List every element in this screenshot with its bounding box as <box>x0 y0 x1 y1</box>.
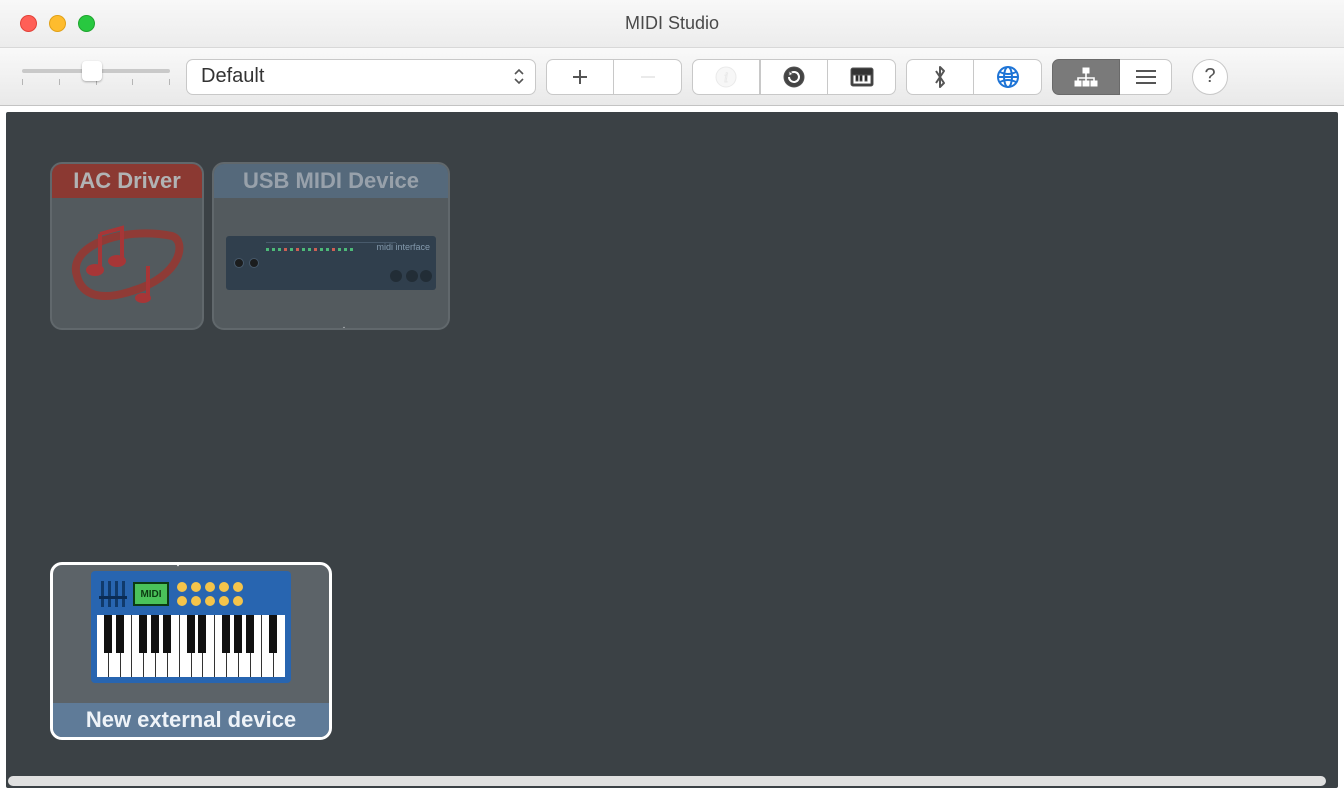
device-title: IAC Driver <box>52 164 202 198</box>
device-iac-driver[interactable]: IAC Driver <box>50 162 204 330</box>
hierarchy-icon <box>1074 67 1098 87</box>
view-mode-group <box>1052 59 1172 95</box>
stepper-caret-icon <box>513 68 525 85</box>
toolbar: Default i <box>0 48 1344 106</box>
connectivity-group <box>906 59 1042 95</box>
zoom-slider-thumb[interactable] <box>82 61 102 81</box>
configuration-selected-label: Default <box>201 65 264 88</box>
zoom-window-button[interactable] <box>78 15 95 32</box>
device-new-external[interactable]: MIDI New external device <box>50 562 332 740</box>
device-actions-group: i <box>692 59 896 95</box>
device-title: USB MIDI Device <box>214 164 448 198</box>
list-view-button[interactable] <box>1120 59 1172 95</box>
icon-view-button[interactable] <box>1052 59 1120 95</box>
test-setup-button[interactable] <box>828 59 896 95</box>
piano-icon <box>850 67 874 87</box>
device-artwork <box>52 198 202 328</box>
minus-icon <box>639 68 657 86</box>
music-notes-icon <box>62 206 192 321</box>
list-icon <box>1134 68 1158 86</box>
window-controls <box>20 15 95 32</box>
globe-icon <box>996 65 1020 89</box>
device-info-button[interactable]: i <box>692 59 760 95</box>
remove-configuration-button[interactable] <box>614 59 682 95</box>
device-title: New external device <box>53 703 329 737</box>
rescan-midi-button[interactable] <box>760 59 828 95</box>
bluetooth-icon <box>932 65 948 89</box>
question-icon: ? <box>1204 65 1215 88</box>
zoom-slider[interactable] <box>16 57 176 97</box>
window-title: MIDI Studio <box>0 13 1344 34</box>
device-usb-midi[interactable]: USB MIDI Device midi interface <box>212 162 450 330</box>
stage-container: IAC Driver USB MIDI Device midi interfac… <box>0 106 1344 788</box>
keyboard-icon: MIDI <box>91 571 291 683</box>
add-remove-config-group <box>546 59 682 95</box>
help-button[interactable]: ? <box>1192 59 1228 95</box>
keyboard-screen-label: MIDI <box>133 582 169 606</box>
bluetooth-button[interactable] <box>906 59 974 95</box>
info-icon: i <box>715 66 737 88</box>
titlebar: MIDI Studio <box>0 0 1344 48</box>
device-ports-bottom[interactable] <box>306 326 356 330</box>
network-button[interactable] <box>974 59 1042 95</box>
plus-icon <box>571 68 589 86</box>
configuration-select[interactable]: Default <box>186 59 536 95</box>
add-configuration-button[interactable] <box>546 59 614 95</box>
device-artwork: MIDI <box>53 565 329 703</box>
device-artwork: midi interface <box>214 198 448 328</box>
close-window-button[interactable] <box>20 15 37 32</box>
midi-canvas[interactable]: IAC Driver USB MIDI Device midi interfac… <box>6 112 1338 788</box>
horizontal-scrollbar[interactable] <box>8 776 1326 786</box>
device-ports-top[interactable] <box>166 562 216 567</box>
midi-interface-icon: midi interface <box>226 236 436 290</box>
minimize-window-button[interactable] <box>49 15 66 32</box>
svg-text:i: i <box>724 70 728 86</box>
refresh-icon <box>783 66 805 88</box>
